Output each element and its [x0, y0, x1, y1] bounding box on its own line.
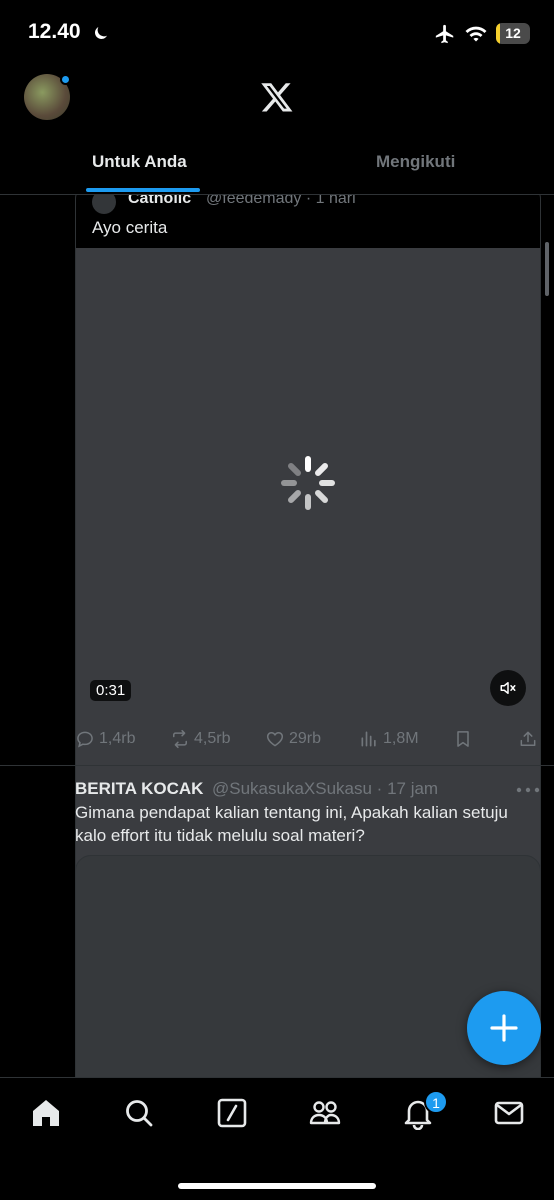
messages-icon	[494, 1101, 524, 1125]
post-author-name[interactable]: BERITA KOCAK	[75, 779, 203, 799]
video-duration: 0:31	[90, 680, 132, 701]
views-button[interactable]: 1,8M	[359, 729, 419, 749]
scrollbar[interactable]	[545, 242, 549, 296]
repost-icon	[173, 729, 187, 749]
active-tab-indicator	[86, 188, 200, 192]
repost-count: 4,5rb	[194, 730, 231, 747]
grok-icon	[217, 1098, 247, 1128]
notification-dot	[60, 74, 71, 85]
loading-spinner-icon	[281, 456, 335, 510]
reply-count: 1,4rb	[99, 730, 136, 747]
compose-post-button[interactable]	[467, 991, 541, 1065]
nav-home[interactable]	[29, 1096, 63, 1130]
tab-for-you[interactable]: Untuk Anda	[92, 152, 187, 172]
search-icon	[126, 1100, 153, 1127]
quoted-author-avatar	[92, 195, 116, 214]
status-bar: 12.40 12	[0, 0, 554, 64]
post-text: Gimana pendapat kalian tentang ini, Apak…	[75, 803, 508, 845]
reply-icon	[77, 731, 93, 748]
like-count: 29rb	[289, 730, 322, 747]
repost-button[interactable]: 4,5rb	[170, 729, 230, 749]
tab-following[interactable]: Mengikuti	[376, 152, 455, 172]
plus-icon	[490, 1014, 518, 1042]
analytics-icon	[361, 731, 376, 747]
quoted-author-name[interactable]: Catholic	[128, 195, 191, 208]
home-indicator[interactable]	[178, 1183, 376, 1189]
nav-grok[interactable]	[215, 1096, 249, 1130]
notification-badge: 1	[424, 1090, 448, 1114]
nav-communities[interactable]	[308, 1096, 342, 1130]
battery-level: 12	[505, 25, 521, 41]
bookmark-button[interactable]	[453, 729, 473, 749]
quoted-author-handle: @feedemady · 1 hari	[206, 195, 356, 207]
battery-indicator: 12	[496, 23, 530, 44]
header: Untuk Anda Mengikuti	[0, 64, 554, 195]
quoted-post-text: Ayo cerita	[92, 218, 168, 237]
share-icon	[520, 731, 536, 746]
timeline-feed[interactable]: Catholic @feedemady · 1 hari Ayo cerita …	[0, 195, 554, 1077]
communities-icon	[309, 1101, 341, 1125]
status-time: 12.40	[28, 20, 81, 43]
nav-search[interactable]	[122, 1096, 156, 1130]
airplane-icon	[435, 24, 454, 44]
like-button[interactable]: 29rb	[265, 729, 321, 749]
nav-messages[interactable]	[492, 1096, 526, 1130]
post-divider	[0, 765, 554, 766]
reply-button[interactable]: 1,4rb	[75, 729, 135, 749]
wifi-icon	[465, 26, 487, 42]
x-logo-icon	[261, 83, 293, 112]
heart-icon	[266, 732, 284, 747]
home-icon	[33, 1100, 59, 1126]
bottom-navigation: 1	[0, 1077, 554, 1200]
muted-speaker-icon	[500, 682, 516, 694]
profile-avatar[interactable]	[24, 74, 71, 120]
post-author-handle: @SukasukaXSukasu · 17 jam	[212, 779, 439, 798]
post-actions: 1,4rb 4,5rb 29rb 1,8M	[75, 729, 545, 753]
view-count: 1,8M	[383, 730, 419, 747]
share-button[interactable]	[518, 729, 538, 749]
moon-icon	[95, 27, 107, 39]
bookmark-icon	[457, 731, 469, 747]
more-options-icon[interactable]	[516, 787, 540, 793]
mute-button[interactable]	[490, 670, 526, 706]
